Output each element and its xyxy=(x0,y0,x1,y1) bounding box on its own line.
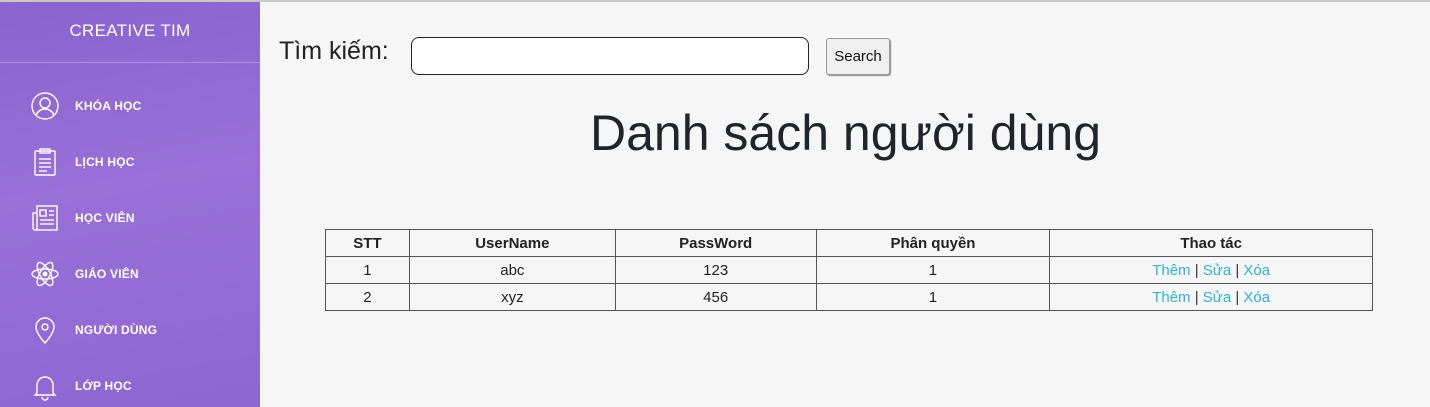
add-link[interactable]: Thêm xyxy=(1152,262,1190,279)
separator: | xyxy=(1235,261,1240,279)
cell-stt: 1 xyxy=(325,256,410,284)
cell-role: 1 xyxy=(815,283,1051,311)
cell-password: 123 xyxy=(614,256,817,284)
newspaper-icon xyxy=(30,203,60,233)
delete-link[interactable]: Xóa xyxy=(1243,262,1270,279)
edit-link[interactable]: Sửa xyxy=(1203,289,1231,306)
bell-icon xyxy=(30,371,60,401)
sidebar-item-khoa-hoc[interactable]: KHÓA HỌC xyxy=(30,90,142,122)
cell-role: 1 xyxy=(815,256,1051,284)
column-header-stt: STT xyxy=(325,229,410,257)
sidebar-item-lop-hoc[interactable]: LỚP HỌC xyxy=(30,370,132,402)
cell-username: xyz xyxy=(408,283,616,311)
cell-actions: Thêm | Sửa | Xóa xyxy=(1049,283,1373,311)
sidebar-item-label: KHÓA HỌC xyxy=(75,99,142,113)
column-header-role: Phân quyền xyxy=(815,229,1051,257)
sidebar-item-label: HỌC VIÊN xyxy=(75,211,135,225)
user-circle-icon xyxy=(30,91,60,121)
separator: | xyxy=(1194,261,1199,279)
sidebar-item-label: LỚP HỌC xyxy=(75,379,132,393)
sidebar-item-label: NGƯỜI DÙNG xyxy=(75,323,158,337)
search-label: Tìm kiếm: xyxy=(279,37,389,65)
add-link[interactable]: Thêm xyxy=(1152,289,1190,306)
atom-icon xyxy=(30,259,60,289)
table-row: 2 xyz 456 1 Thêm | Sửa | Xóa xyxy=(325,283,1373,311)
separator: | xyxy=(1194,288,1199,306)
column-header-username: UserName xyxy=(408,229,616,257)
sidebar-item-nguoi-dung[interactable]: NGƯỜI DÙNG xyxy=(30,314,157,346)
separator: | xyxy=(1235,288,1240,306)
search-input[interactable] xyxy=(411,37,809,75)
brand-logo[interactable]: CREATIVE TIM xyxy=(0,2,260,63)
sidebar-item-giao-vien[interactable]: GIÁO VIÊN xyxy=(30,258,139,290)
sidebar-item-label: GIÁO VIÊN xyxy=(75,267,139,281)
sidebar: CREATIVE TIM KHÓA HỌC LỊCH HỌC HỌC VIÊN … xyxy=(0,2,260,407)
search-button[interactable]: Search xyxy=(826,38,890,75)
cell-password: 456 xyxy=(614,283,817,311)
users-table: STT UserName PassWord Phân quyền Thao tá… xyxy=(325,229,1373,311)
cell-username: abc xyxy=(408,256,616,284)
map-pin-icon xyxy=(30,315,60,345)
sidebar-item-label: LỊCH HỌC xyxy=(75,155,135,169)
table-header-row: STT UserName PassWord Phân quyền Thao tá… xyxy=(325,229,1373,257)
sidebar-item-hoc-vien[interactable]: HỌC VIÊN xyxy=(30,202,135,234)
sidebar-item-lich-hoc[interactable]: LỊCH HỌC xyxy=(30,146,135,178)
edit-link[interactable]: Sửa xyxy=(1203,262,1231,279)
column-header-password: PassWord xyxy=(614,229,817,257)
clipboard-icon xyxy=(30,147,60,177)
cell-stt: 2 xyxy=(325,283,410,311)
delete-link[interactable]: Xóa xyxy=(1243,289,1270,306)
column-header-actions: Thao tác xyxy=(1049,229,1373,257)
cell-actions: Thêm | Sửa | Xóa xyxy=(1049,256,1373,284)
page-title: Danh sách người dùng xyxy=(589,105,1102,161)
table-row: 1 abc 123 1 Thêm | Sửa | Xóa xyxy=(325,256,1373,284)
